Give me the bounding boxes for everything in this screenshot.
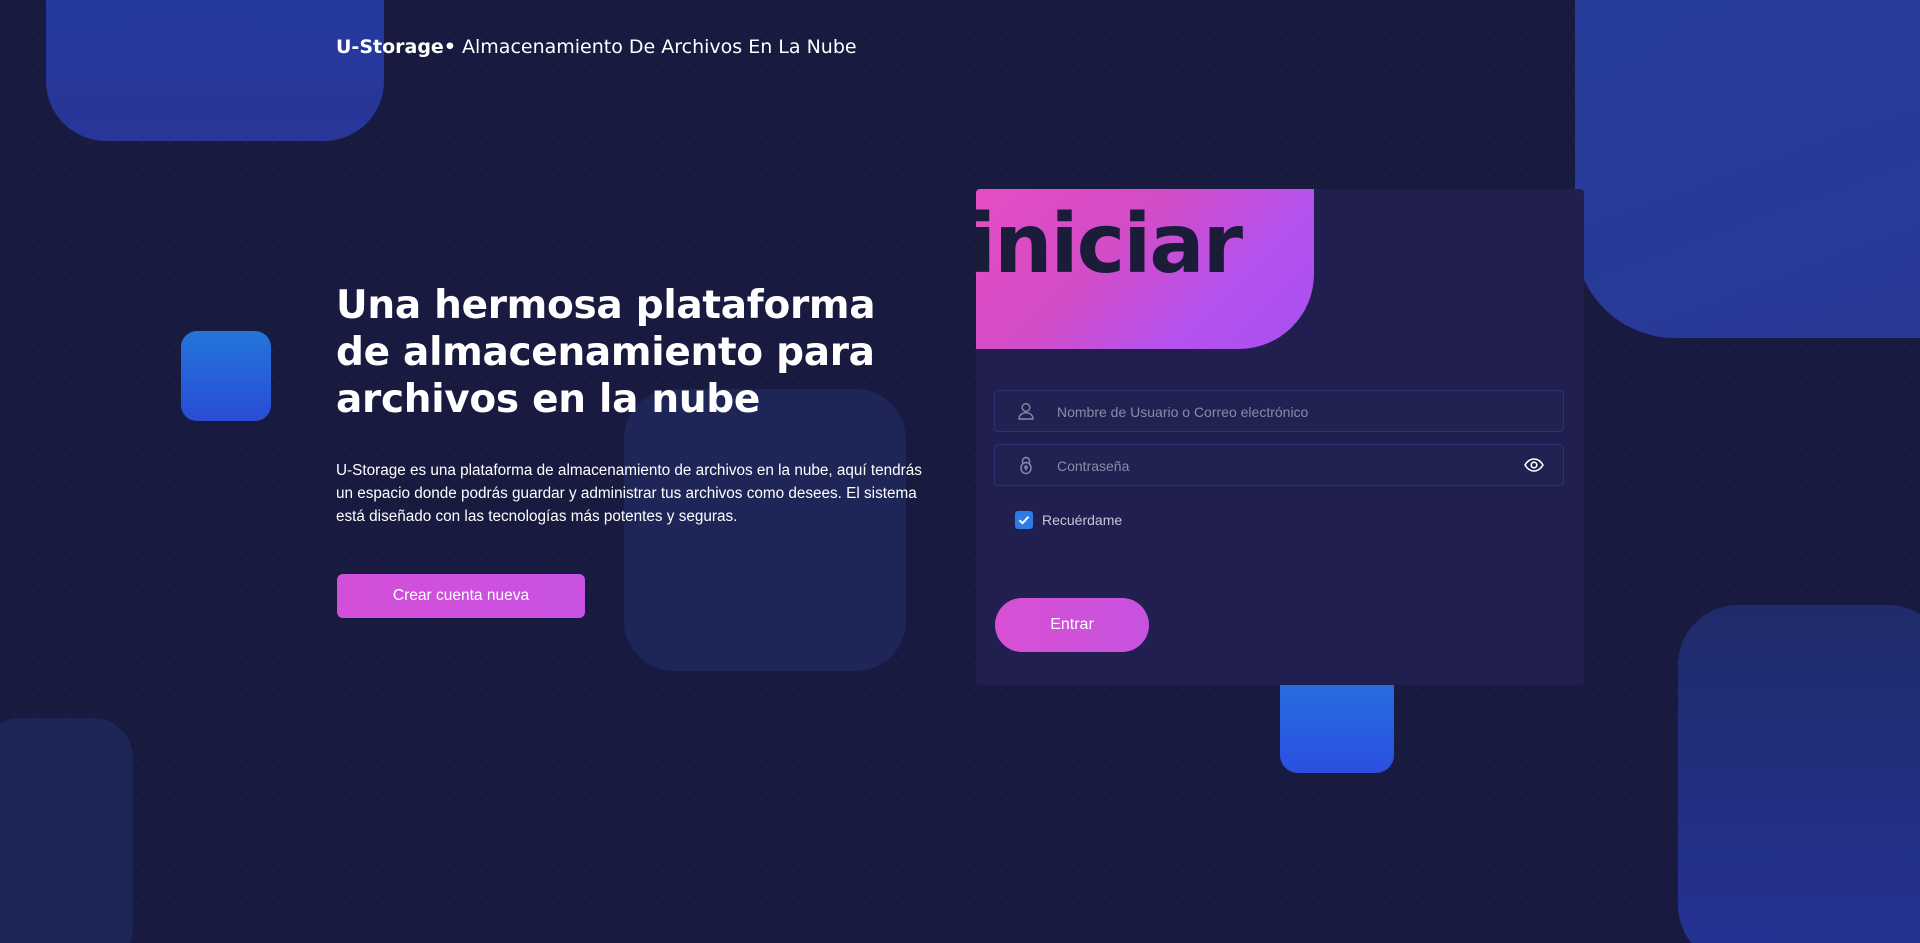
decorative-shape [46,0,384,141]
login-button[interactable]: Entrar [995,598,1149,652]
brand-name: U-Storage [336,36,444,58]
login-banner: iniciar [976,189,1314,349]
decorative-shape [1678,605,1920,943]
hero-description: U-Storage es una plataforma de almacenam… [336,462,922,525]
login-banner-text: iniciar [976,197,1243,292]
remember-label[interactable]: Recuérdame [1042,512,1122,528]
create-account-button[interactable]: Crear cuenta nueva [337,574,585,618]
password-input[interactable] [1055,445,1499,487]
hero-title: Una hermosa plataforma de almacenamiento… [336,283,876,422]
lock-icon [1016,455,1036,475]
username-field[interactable] [994,390,1564,433]
user-icon [1016,401,1036,421]
decorative-shape [0,718,133,943]
remember-checkbox[interactable] [1015,511,1033,529]
brand-separator: • [443,36,456,58]
login-page: U-Storage• Almacenamiento De Archivos En… [0,0,1920,943]
eye-icon[interactable] [1523,455,1545,475]
password-field[interactable] [994,444,1564,487]
username-input[interactable] [1055,391,1499,433]
decorative-shape [624,389,906,671]
decorative-shape [181,331,271,421]
remember-me[interactable]: Recuérdame [1015,511,1122,529]
login-card: iniciar Nombre de Usuario o Correo elect… [976,189,1584,685]
brand-header: U-Storage• Almacenamiento De Archivos En… [336,36,857,58]
brand-tagline: Almacenamiento De Archivos En La Nube [462,36,857,58]
decorative-shape [1575,0,1920,338]
check-icon [1018,516,1030,525]
